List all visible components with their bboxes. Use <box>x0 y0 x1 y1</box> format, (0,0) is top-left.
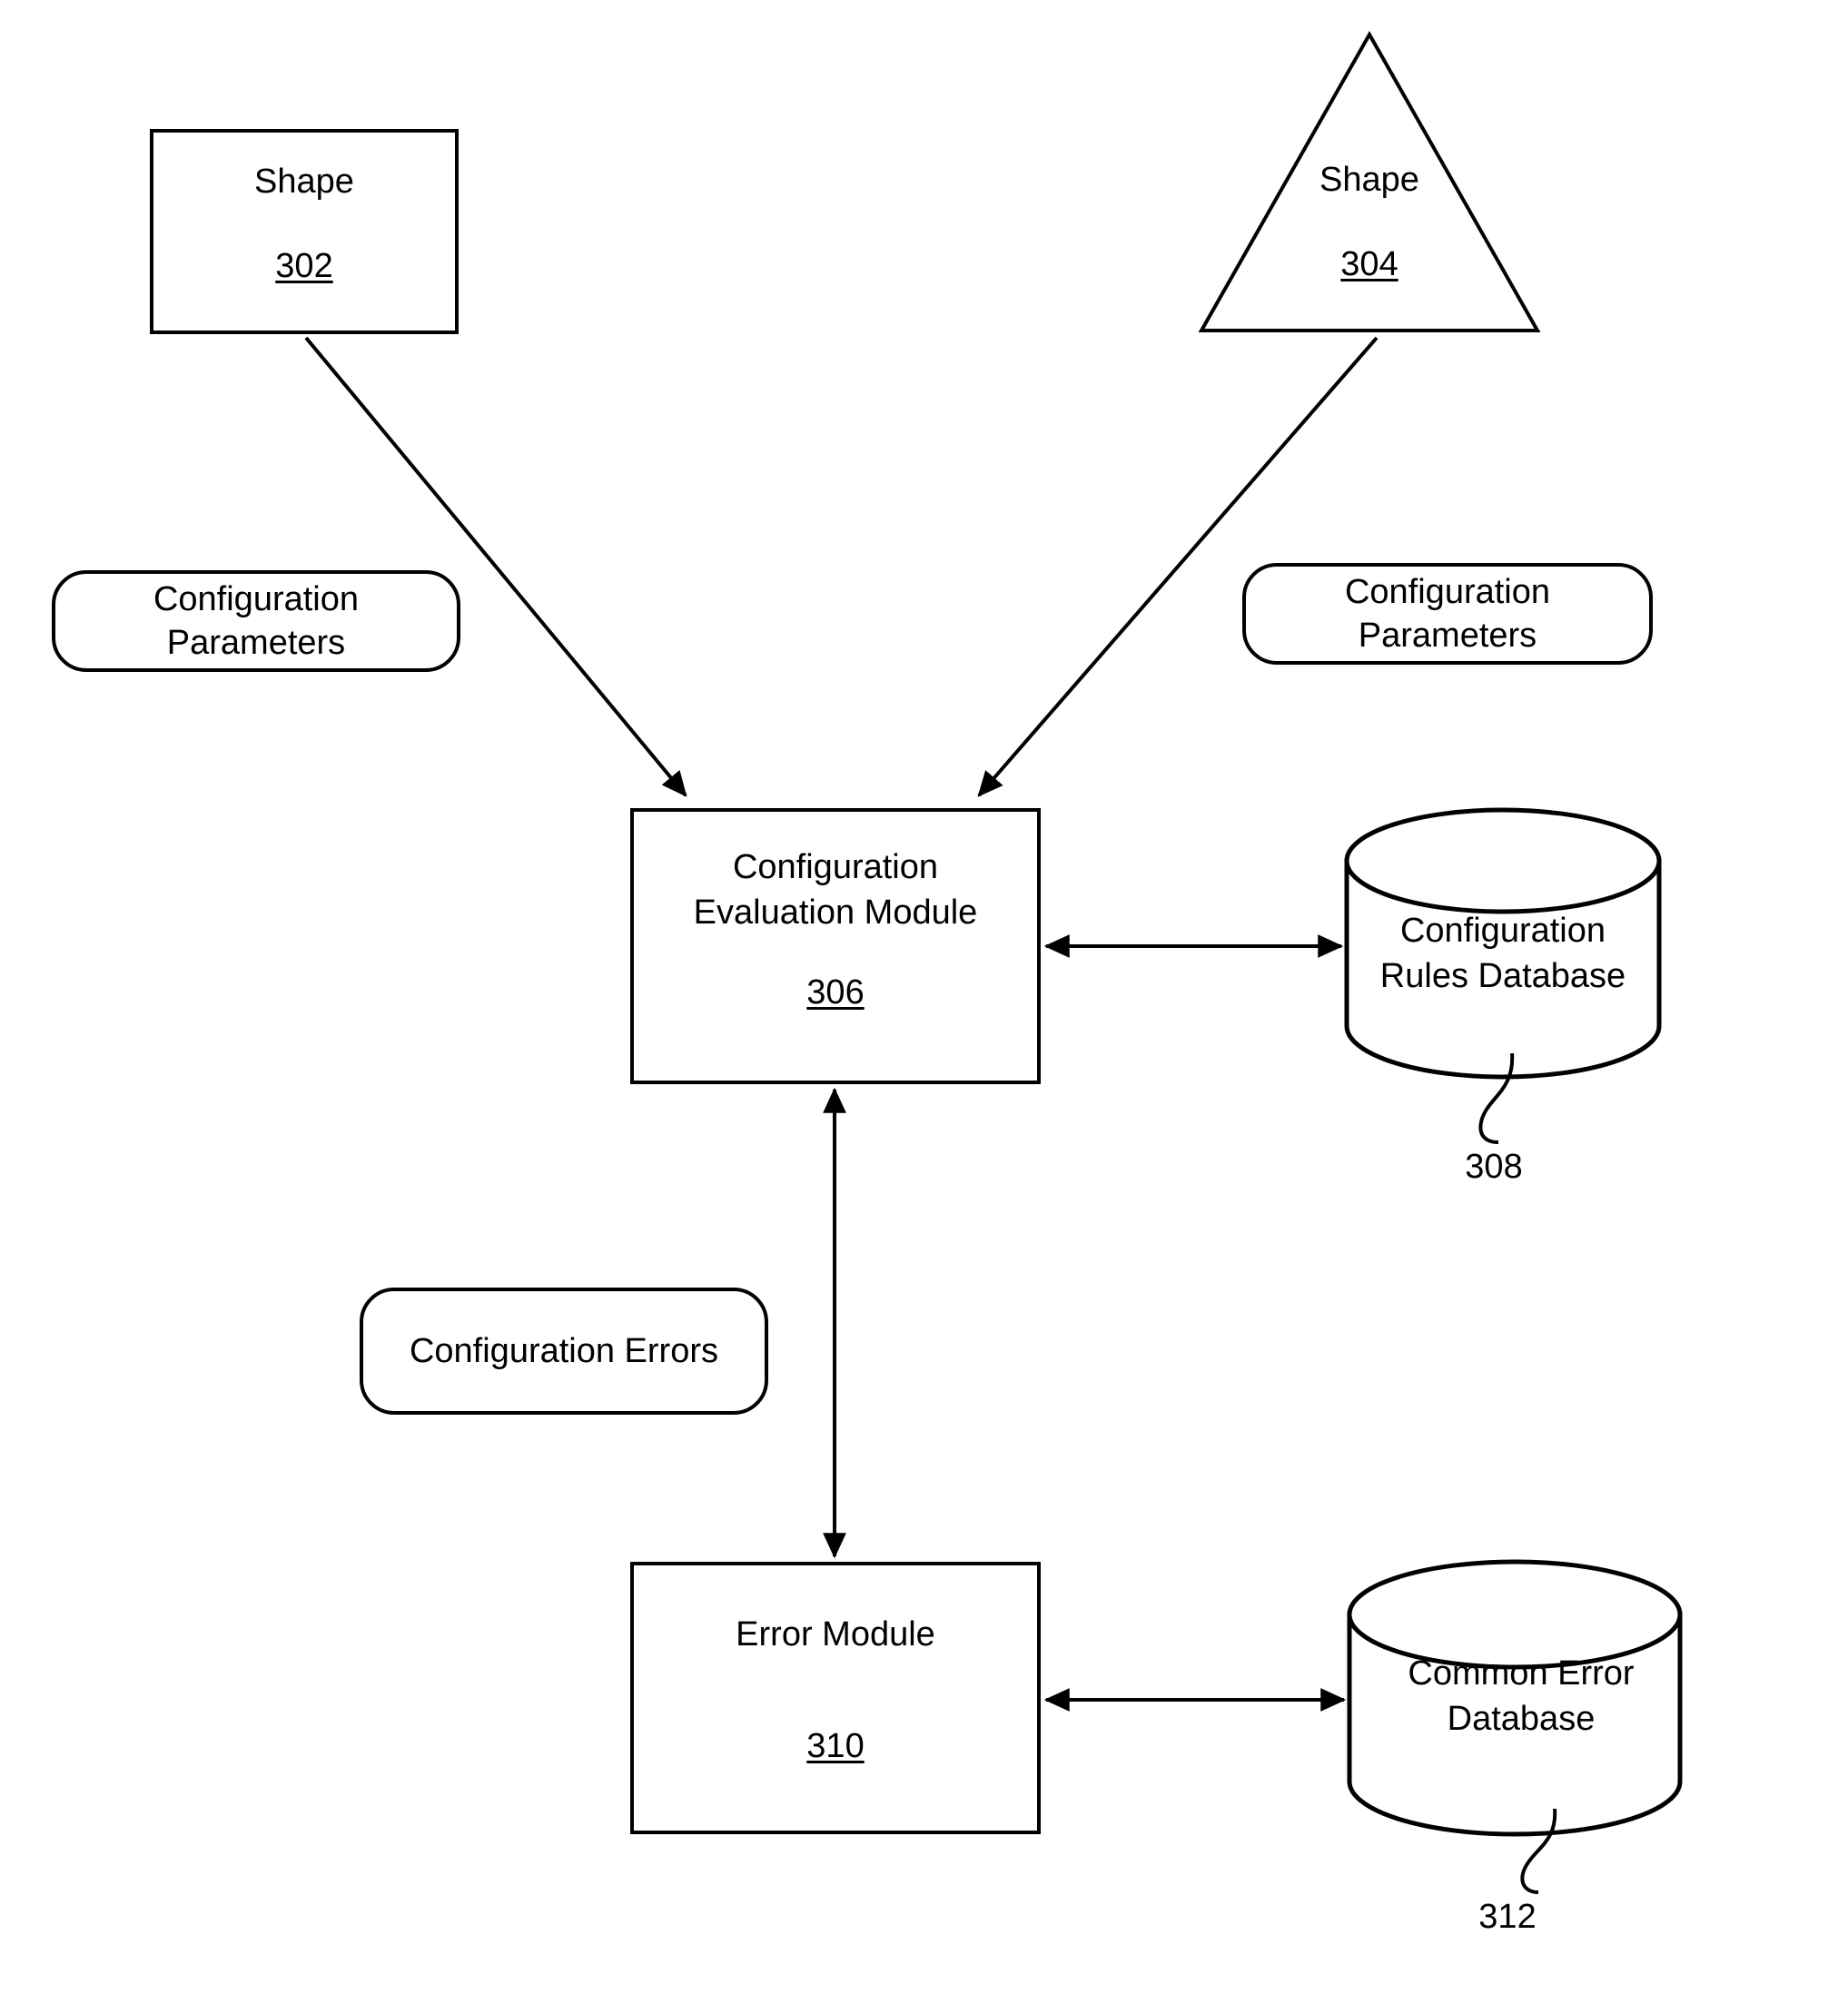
configuration-errors-label: Configuration Errors <box>360 1288 768 1415</box>
configuration-parameters-right-label: Configuration Parameters <box>1242 563 1653 665</box>
patent-figure: Shape 302 Shape 304 Configuration Parame… <box>0 0 1848 1994</box>
config-rules-database-cylinder <box>1344 807 1662 1080</box>
error-module-reference-number: 310 <box>806 1727 865 1765</box>
shape-304-triangle <box>1198 30 1541 332</box>
configuration-evaluation-module-box <box>630 808 1041 1084</box>
configuration-evaluation-module-reference-number: 306 <box>806 973 865 1012</box>
shape-304-reference-number: 304 <box>1340 245 1398 283</box>
connector-shape302-module306 <box>304 336 687 797</box>
shape-302-reference-number: 302 <box>275 247 333 285</box>
shape-302-rectangle <box>150 129 459 334</box>
common-error-database-cylinder <box>1347 1559 1683 1837</box>
configuration-parameters-left-label: Configuration Parameters <box>52 570 460 672</box>
error-module-box <box>630 1562 1041 1834</box>
configuration-rules-database-reference-number: 308 <box>1465 1148 1523 1186</box>
common-error-database-reference-number: 312 <box>1478 1898 1537 1936</box>
